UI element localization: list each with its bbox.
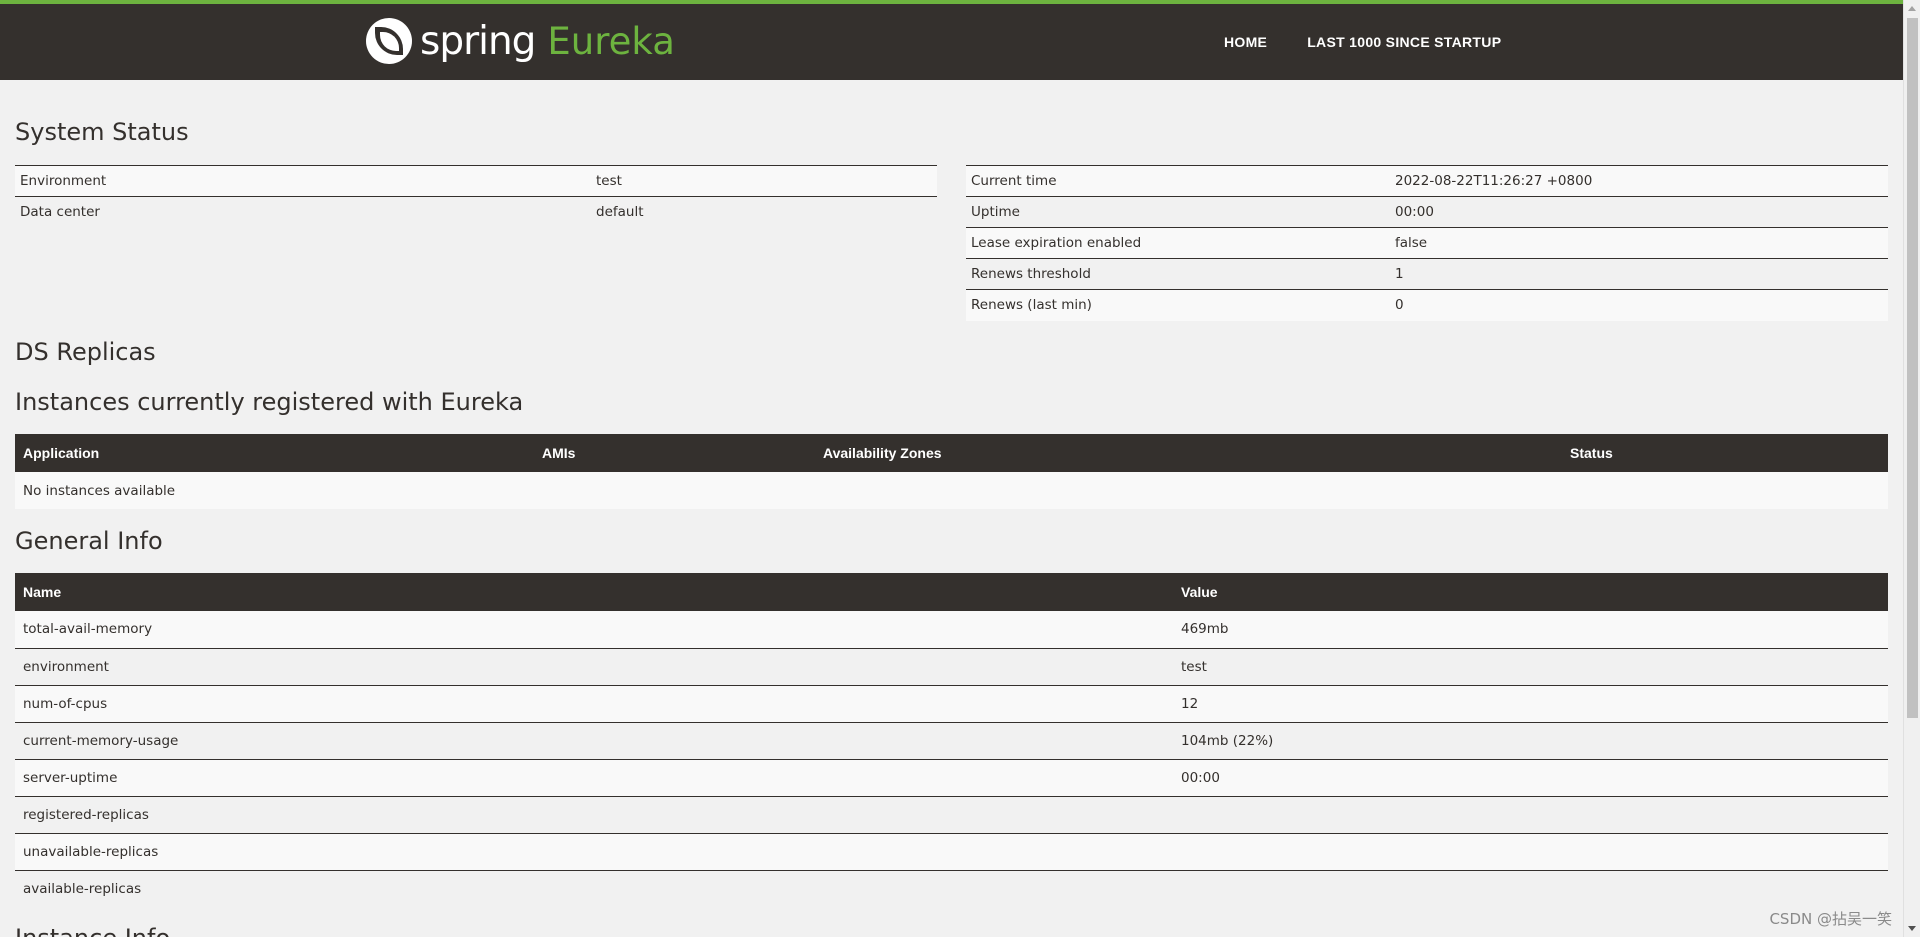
info-value: [1173, 832, 1888, 870]
table-row: current-memory-usage 104mb (22%): [15, 721, 1888, 759]
info-name: unavailable-replicas: [15, 832, 1173, 870]
status-value: 0: [1390, 289, 1888, 321]
table-row: environment test: [15, 647, 1888, 685]
info-name: num-of-cpus: [15, 684, 1173, 722]
table-row: Current time 2022-08-22T11:26:27 +0800: [966, 165, 1888, 197]
info-value: [1173, 795, 1888, 833]
table-row: unavailable-replicas: [15, 832, 1888, 870]
main-nav: HOME LAST 1000 SINCE STARTUP: [1224, 34, 1501, 50]
info-name: total-avail-memory: [15, 611, 1173, 648]
csdn-watermark: CSDN @拈吴一笑: [1769, 910, 1892, 928]
info-name: environment: [15, 647, 1173, 685]
table-row: No instances available: [15, 472, 1888, 509]
table-row: Environment test: [15, 165, 937, 197]
table-row: Lease expiration enabled false: [966, 227, 1888, 259]
instances-table: Application AMIs Availability Zones Stat…: [15, 434, 1888, 509]
info-value: [1173, 869, 1888, 907]
column-header: Status: [1562, 434, 1888, 472]
table-row: available-replicas: [15, 869, 1888, 907]
instance-info-title: Instance Info: [15, 923, 170, 937]
table-row: Renews threshold 1: [966, 258, 1888, 290]
status-value: test: [591, 165, 937, 197]
status-label: Lease expiration enabled: [966, 227, 1390, 259]
table-row: server-uptime 00:00: [15, 758, 1888, 796]
info-value: 12: [1173, 684, 1888, 722]
status-value: 2022-08-22T11:26:27 +0800: [1390, 165, 1888, 197]
table-row: total-avail-memory 469mb: [15, 611, 1888, 648]
info-name: registered-replicas: [15, 795, 1173, 833]
general-info-table: Name Value total-avail-memory 469mb envir…: [15, 573, 1888, 907]
column-header: Value: [1173, 573, 1888, 611]
system-status-left-table: Environment test Data center default: [15, 165, 937, 228]
info-value: 104mb (22%): [1173, 721, 1888, 759]
info-name: current-memory-usage: [15, 721, 1173, 759]
table-row: num-of-cpus 12: [15, 684, 1888, 722]
info-name: server-uptime: [15, 758, 1173, 796]
column-header: Application: [15, 434, 534, 472]
spring-eureka-logo[interactable]: spring Eureka: [366, 14, 675, 68]
table-header-row: Application AMIs Availability Zones Stat…: [15, 434, 1888, 472]
status-label: Uptime: [966, 196, 1390, 228]
table-row: Renews (last min) 0: [966, 289, 1888, 321]
scroll-down-arrow-icon[interactable]: [1908, 926, 1916, 931]
table-row: Data center default: [15, 196, 937, 228]
status-label: Data center: [15, 196, 591, 228]
system-status-title: System Status: [15, 118, 189, 146]
table-row: registered-replicas: [15, 795, 1888, 833]
logo-eureka-text: Eureka: [547, 19, 675, 63]
status-label: Environment: [15, 165, 591, 197]
column-header: Name: [15, 573, 1173, 611]
scroll-up-arrow-icon[interactable]: [1908, 6, 1916, 11]
system-status-right-table: Current time 2022-08-22T11:26:27 +0800 U…: [966, 165, 1888, 321]
info-value: 469mb: [1173, 611, 1888, 648]
general-info-title: General Info: [15, 527, 163, 555]
table-row: Uptime 00:00: [966, 196, 1888, 228]
status-label: Current time: [966, 165, 1390, 197]
instances-title: Instances currently registered with Eure…: [15, 388, 524, 416]
status-value: false: [1390, 227, 1888, 259]
info-name: available-replicas: [15, 869, 1173, 907]
ds-replicas-title: DS Replicas: [15, 338, 156, 366]
status-label: Renews threshold: [966, 258, 1390, 290]
status-value: default: [591, 196, 937, 228]
spring-leaf-icon: [366, 18, 412, 64]
nav-last1000-link[interactable]: LAST 1000 SINCE STARTUP: [1307, 34, 1501, 50]
status-value: 00:00: [1390, 196, 1888, 228]
scrollbar-thumb[interactable]: [1907, 18, 1918, 718]
no-instances-message: No instances available: [15, 472, 1888, 509]
status-label: Renews (last min): [966, 289, 1390, 321]
logo-spring-text: spring: [420, 18, 536, 64]
nav-home-link[interactable]: HOME: [1224, 34, 1267, 50]
table-header-row: Name Value: [15, 573, 1888, 611]
column-header: Availability Zones: [815, 434, 1562, 472]
top-navbar: spring Eureka HOME LAST 1000 SINCE START…: [0, 0, 1903, 80]
status-value: 1: [1390, 258, 1888, 290]
page-scrollbar[interactable]: [1903, 0, 1920, 937]
info-value: test: [1173, 647, 1888, 685]
column-header: AMIs: [534, 434, 815, 472]
info-value: 00:00: [1173, 758, 1888, 796]
